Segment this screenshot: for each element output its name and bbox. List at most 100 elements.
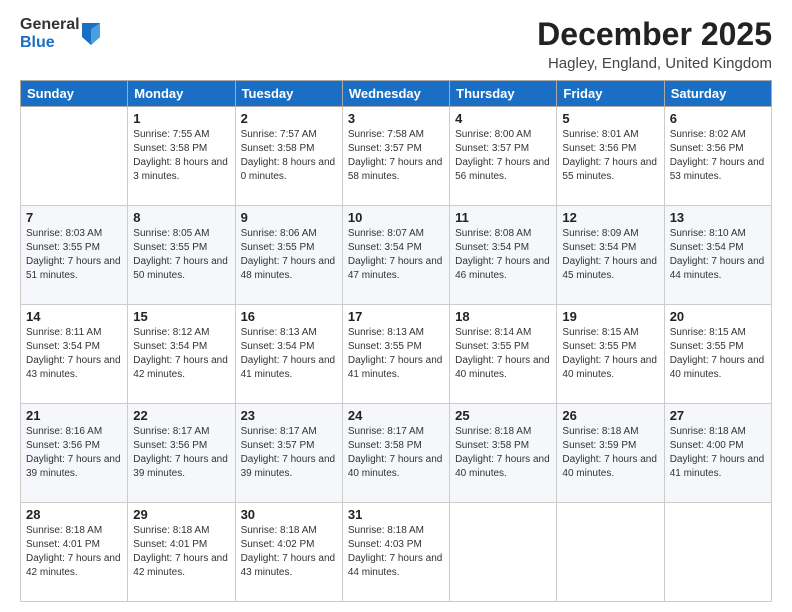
calendar-cell: 20 Sunrise: 8:15 AMSunset: 3:55 PMDayligh… — [664, 305, 771, 404]
cell-content: Sunrise: 8:17 AMSunset: 3:57 PMDaylight:… — [241, 425, 337, 481]
day-number: 18 — [455, 309, 551, 324]
calendar-cell — [664, 503, 771, 602]
cell-content: Sunrise: 8:13 AMSunset: 3:55 PMDaylight:… — [348, 326, 444, 382]
cell-content: Sunrise: 8:17 AMSunset: 3:56 PMDaylight:… — [133, 425, 229, 481]
calendar-cell: 15 Sunrise: 8:12 AMSunset: 3:54 PMDayligh… — [128, 305, 235, 404]
logo-text: General Blue — [20, 16, 80, 51]
calendar-cell: 6 Sunrise: 8:02 AMSunset: 3:56 PMDaylight… — [664, 107, 771, 206]
day-number: 11 — [455, 210, 551, 225]
cell-content: Sunrise: 8:15 AMSunset: 3:55 PMDaylight:… — [670, 326, 766, 382]
calendar-table: SundayMondayTuesdayWednesdayThursdayFrid… — [20, 80, 772, 602]
logo-icon — [82, 23, 100, 45]
calendar-cell: 19 Sunrise: 8:15 AMSunset: 3:55 PMDayligh… — [557, 305, 664, 404]
day-number: 6 — [670, 111, 766, 126]
day-number: 27 — [670, 408, 766, 423]
calendar-cell: 21 Sunrise: 8:16 AMSunset: 3:56 PMDayligh… — [21, 404, 128, 503]
cell-content: Sunrise: 8:05 AMSunset: 3:55 PMDaylight:… — [133, 227, 229, 283]
calendar-cell: 22Sunrise: 8:17 AMSunset: 3:56 PMDayligh… — [128, 404, 235, 503]
calendar-week-2: 14 Sunrise: 8:11 AMSunset: 3:54 PMDayligh… — [21, 305, 772, 404]
day-number: 1 — [133, 111, 229, 126]
day-number: 19 — [562, 309, 658, 324]
cell-content: Sunrise: 8:10 AMSunset: 3:54 PMDaylight:… — [670, 227, 766, 283]
calendar-cell: 1Sunrise: 7:55 AMSunset: 3:58 PMDaylight… — [128, 107, 235, 206]
calendar-cell: 10Sunrise: 8:07 AMSunset: 3:54 PMDayligh… — [342, 206, 449, 305]
calendar-cell: 13 Sunrise: 8:10 AMSunset: 3:54 PMDayligh… — [664, 206, 771, 305]
day-number: 24 — [348, 408, 444, 423]
calendar-cell: 14 Sunrise: 8:11 AMSunset: 3:54 PMDayligh… — [21, 305, 128, 404]
day-number: 31 — [348, 507, 444, 522]
main-title: December 2025 — [537, 16, 772, 53]
calendar-cell: 5 Sunrise: 8:01 AMSunset: 3:56 PMDaylight… — [557, 107, 664, 206]
title-section: December 2025 Hagley, England, United Ki… — [537, 16, 772, 72]
calendar-week-1: 7 Sunrise: 8:03 AMSunset: 3:55 PMDaylight… — [21, 206, 772, 305]
calendar-cell — [450, 503, 557, 602]
cell-content: Sunrise: 8:18 AMSunset: 4:03 PMDaylight:… — [348, 524, 444, 580]
calendar-header-wednesday: Wednesday — [342, 81, 449, 107]
day-number: 17 — [348, 309, 444, 324]
calendar-header-row: SundayMondayTuesdayWednesdayThursdayFrid… — [21, 81, 772, 107]
calendar-cell: 11Sunrise: 8:08 AMSunset: 3:54 PMDayligh… — [450, 206, 557, 305]
calendar-header-thursday: Thursday — [450, 81, 557, 107]
cell-content: Sunrise: 8:02 AMSunset: 3:56 PMDaylight:… — [670, 128, 766, 184]
calendar-cell: 31 Sunrise: 8:18 AMSunset: 4:03 PMDayligh… — [342, 503, 449, 602]
cell-content: Sunrise: 8:16 AMSunset: 3:56 PMDaylight:… — [26, 425, 122, 481]
cell-content: Sunrise: 8:11 AMSunset: 3:54 PMDaylight:… — [26, 326, 122, 382]
day-number: 13 — [670, 210, 766, 225]
day-number: 14 — [26, 309, 122, 324]
day-number: 4 — [455, 111, 551, 126]
cell-content: Sunrise: 8:03 AMSunset: 3:55 PMDaylight:… — [26, 227, 122, 283]
calendar-cell: 30 Sunrise: 8:18 AMSunset: 4:02 PMDayligh… — [235, 503, 342, 602]
calendar-cell: 25Sunrise: 8:18 AMSunset: 3:58 PMDayligh… — [450, 404, 557, 503]
calendar-cell: 7 Sunrise: 8:03 AMSunset: 3:55 PMDaylight… — [21, 206, 128, 305]
logo: General Blue — [20, 16, 100, 51]
day-number: 16 — [241, 309, 337, 324]
calendar-cell: 4Sunrise: 8:00 AMSunset: 3:57 PMDaylight… — [450, 107, 557, 206]
cell-content: Sunrise: 8:12 AMSunset: 3:54 PMDaylight:… — [133, 326, 229, 382]
cell-content: Sunrise: 8:15 AMSunset: 3:55 PMDaylight:… — [562, 326, 658, 382]
day-number: 10 — [348, 210, 444, 225]
header: General Blue December 2025 Hagley, Engla… — [20, 16, 772, 72]
calendar-cell: 27 Sunrise: 8:18 AMSunset: 4:00 PMDayligh… — [664, 404, 771, 503]
logo-general: General — [20, 16, 80, 34]
day-number: 26 — [562, 408, 658, 423]
day-number: 23 — [241, 408, 337, 423]
cell-content: Sunrise: 8:18 AMSunset: 4:00 PMDaylight:… — [670, 425, 766, 481]
cell-content: Sunrise: 8:09 AMSunset: 3:54 PMDaylight:… — [562, 227, 658, 283]
day-number: 21 — [26, 408, 122, 423]
cell-content: Sunrise: 8:14 AMSunset: 3:55 PMDaylight:… — [455, 326, 551, 382]
calendar-header-friday: Friday — [557, 81, 664, 107]
calendar-cell: 3 Sunrise: 7:58 AMSunset: 3:57 PMDaylight… — [342, 107, 449, 206]
calendar-week-3: 21 Sunrise: 8:16 AMSunset: 3:56 PMDayligh… — [21, 404, 772, 503]
calendar-cell: 17 Sunrise: 8:13 AMSunset: 3:55 PMDayligh… — [342, 305, 449, 404]
calendar-cell: 16 Sunrise: 8:13 AMSunset: 3:54 PMDayligh… — [235, 305, 342, 404]
cell-content: Sunrise: 7:58 AMSunset: 3:57 PMDaylight:… — [348, 128, 444, 184]
day-number: 15 — [133, 309, 229, 324]
calendar-header-tuesday: Tuesday — [235, 81, 342, 107]
day-number: 9 — [241, 210, 337, 225]
calendar-header-monday: Monday — [128, 81, 235, 107]
calendar-cell: 8Sunrise: 8:05 AMSunset: 3:55 PMDaylight… — [128, 206, 235, 305]
day-number: 3 — [348, 111, 444, 126]
day-number: 2 — [241, 111, 337, 126]
subtitle: Hagley, England, United Kingdom — [537, 55, 772, 72]
cell-content: Sunrise: 8:01 AMSunset: 3:56 PMDaylight:… — [562, 128, 658, 184]
cell-content: Sunrise: 8:18 AMSunset: 4:02 PMDaylight:… — [241, 524, 337, 580]
calendar-header-sunday: Sunday — [21, 81, 128, 107]
calendar-cell: 29Sunrise: 8:18 AMSunset: 4:01 PMDayligh… — [128, 503, 235, 602]
day-number: 20 — [670, 309, 766, 324]
calendar-cell: 24Sunrise: 8:17 AMSunset: 3:58 PMDayligh… — [342, 404, 449, 503]
day-number: 5 — [562, 111, 658, 126]
cell-content: Sunrise: 8:18 AMSunset: 4:01 PMDaylight:… — [26, 524, 122, 580]
calendar-cell: 9 Sunrise: 8:06 AMSunset: 3:55 PMDaylight… — [235, 206, 342, 305]
calendar-cell: 28 Sunrise: 8:18 AMSunset: 4:01 PMDayligh… — [21, 503, 128, 602]
day-number: 7 — [26, 210, 122, 225]
cell-content: Sunrise: 8:13 AMSunset: 3:54 PMDaylight:… — [241, 326, 337, 382]
day-number: 25 — [455, 408, 551, 423]
cell-content: Sunrise: 8:18 AMSunset: 4:01 PMDaylight:… — [133, 524, 229, 580]
day-number: 28 — [26, 507, 122, 522]
cell-content: Sunrise: 8:06 AMSunset: 3:55 PMDaylight:… — [241, 227, 337, 283]
cell-content: Sunrise: 7:57 AMSunset: 3:58 PMDaylight:… — [241, 128, 337, 184]
calendar-cell: 2 Sunrise: 7:57 AMSunset: 3:58 PMDaylight… — [235, 107, 342, 206]
day-number: 30 — [241, 507, 337, 522]
day-number: 12 — [562, 210, 658, 225]
